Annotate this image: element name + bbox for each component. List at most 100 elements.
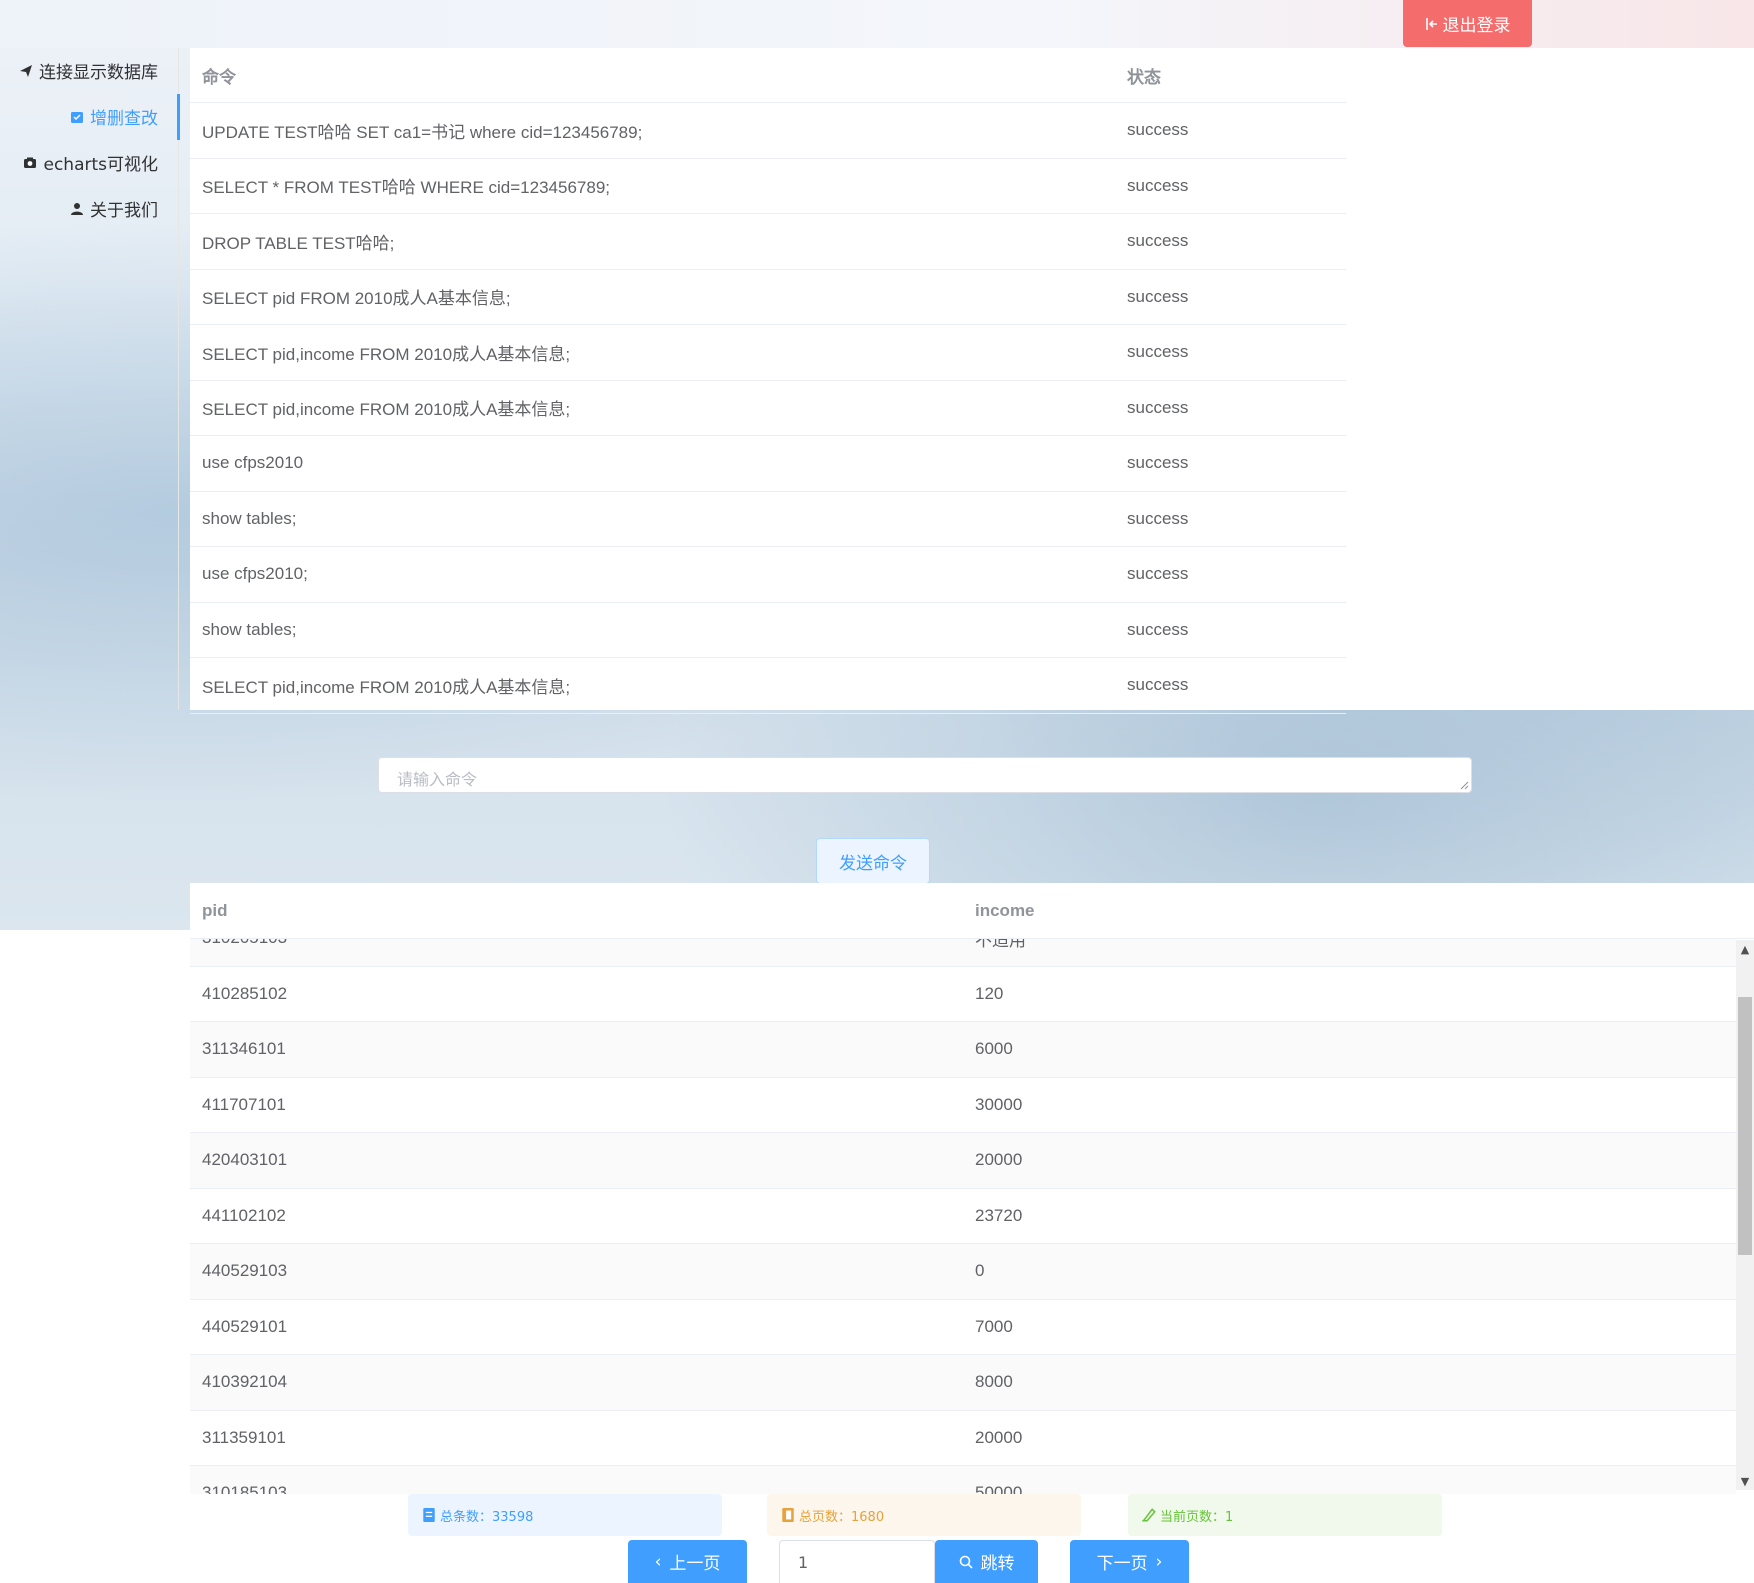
table-row: 410392104 8000 — [190, 1355, 1736, 1411]
table-row: SELECT pid,income FROM 2010成人A基本信息; succe… — [190, 325, 1346, 381]
logout-label: 退出登录 — [1442, 16, 1511, 35]
table-row: 410285102 120 — [190, 966, 1736, 1022]
sidebar-divider — [178, 48, 179, 710]
status-cell: success — [1127, 619, 1189, 639]
column-header-pid: pid — [202, 900, 228, 920]
status-cell: success — [1127, 175, 1189, 195]
command-input[interactable]: 请输入命令 — [378, 757, 1472, 793]
table-row: 311346101 6000 — [190, 1022, 1736, 1078]
pid-cell: 420403101 — [202, 1150, 288, 1170]
status-cell: success — [1127, 397, 1189, 417]
income-cell: 20000 — [975, 1150, 1023, 1170]
command-cell: SELECT pid,income FROM 2010成人A基本信息; — [202, 400, 571, 420]
sidebar-item-label: echarts可视化 — [43, 155, 158, 175]
table-row: show tables; success — [190, 492, 1346, 547]
pid-cell: 411707101 — [202, 1094, 286, 1114]
command-input-placeholder: 请输入命令 — [397, 772, 478, 789]
income-cell: 50000 — [975, 1483, 1023, 1494]
sidebar-item-label: 关于我们 — [90, 201, 158, 221]
content-right-panel — [1346, 48, 1754, 710]
table-row: SELECT * FROM TEST哈哈 WHERE cid=123456789… — [190, 159, 1346, 214]
pid-cell: 310185103 — [202, 1483, 288, 1494]
stat-total-pages-text: 总页数：1680 — [799, 1509, 885, 1525]
table-header-row: 命令 状态 — [190, 48, 1346, 103]
send-icon — [20, 64, 32, 77]
next-page-button[interactable]: 下一页 › — [1070, 1540, 1189, 1583]
command-cell: show tables; — [202, 508, 297, 528]
stat-current-page-text: 当前页数：1 — [1160, 1509, 1234, 1525]
pen-icon — [1142, 1508, 1156, 1522]
document-icon — [423, 1508, 435, 1522]
page-number-value: 1 — [798, 1552, 809, 1572]
status-cell: success — [1127, 286, 1189, 306]
result-scrollbar-thumb[interactable] — [1738, 997, 1752, 1255]
status-cell: success — [1127, 453, 1189, 473]
camera-icon — [24, 157, 37, 168]
pid-cell: 440529103 — [202, 1261, 288, 1281]
next-page-label: 下一页 — [1096, 1554, 1148, 1574]
sidebar-item-connect-db[interactable]: 连接显示数据库 — [19, 58, 158, 83]
scroll-up-arrow-icon[interactable]: ▲ — [1737, 943, 1753, 957]
table-row: UPDATE TEST哈哈 SET ca1=书记 where cid=12345… — [190, 103, 1346, 159]
notebook-icon — [782, 1508, 794, 1522]
table-row: use cfps2010 success — [190, 436, 1346, 492]
sidebar-item-about[interactable]: 关于我们 — [70, 196, 158, 221]
income-cell: 30000 — [975, 1094, 1023, 1114]
sidebar-active-indicator — [177, 94, 180, 140]
user-icon — [71, 202, 83, 215]
pid-cell: 410392104 — [202, 1372, 288, 1392]
income-cell: 0 — [975, 1261, 985, 1281]
status-cell: success — [1127, 508, 1189, 528]
prev-page-button[interactable]: ‹ 上一页 — [628, 1540, 747, 1583]
table-header-row: pid income — [190, 883, 1754, 939]
income-cell: 120 — [975, 983, 1004, 1003]
table-row: 440529101 7000 — [190, 1299, 1736, 1355]
sidebar-item-label: 增删查改 — [90, 109, 158, 129]
chevron-right-icon: › — [1155, 1551, 1163, 1572]
result-table: pid income 310205103不适用41028510212031134… — [190, 883, 1754, 1494]
table-row: 411707101 30000 — [190, 1077, 1736, 1133]
command-cell: use cfps2010 — [202, 453, 304, 473]
logout-button[interactable]: 退出登录 — [1403, 0, 1532, 47]
table-row: 440529103 0 — [190, 1244, 1736, 1300]
resize-handle-icon[interactable] — [1460, 781, 1469, 790]
status-cell: success — [1127, 564, 1189, 584]
prev-page-label: 上一页 — [669, 1554, 721, 1574]
chevron-left-icon: ‹ — [654, 1551, 662, 1572]
command-cell: DROP TABLE TEST哈哈; — [202, 233, 395, 253]
jump-label: 跳转 — [980, 1554, 1015, 1574]
status-cell: success — [1127, 120, 1189, 140]
pid-cell: 311346101 — [202, 1039, 286, 1059]
table-row: show tables; success — [190, 603, 1346, 658]
column-header-command: 命令 — [202, 67, 236, 87]
logout-icon — [1425, 17, 1437, 30]
command-cell: SELECT * FROM TEST哈哈 WHERE cid=123456789… — [202, 178, 610, 198]
table-row: SELECT pid,income FROM 2010成人A基本信息; succe… — [190, 381, 1346, 436]
column-header-income: income — [975, 900, 1035, 920]
income-cell: 8000 — [975, 1372, 1013, 1392]
edit-icon — [71, 111, 83, 123]
scroll-down-arrow-icon[interactable]: ▼ — [1737, 1475, 1753, 1489]
sidebar-item-crud[interactable]: 增删查改 — [70, 104, 158, 129]
table-row: 441102102 23720 — [190, 1188, 1736, 1244]
stat-total-pages: 总页数：1680 — [767, 1494, 1081, 1536]
table-row: DROP TABLE TEST哈哈; success — [190, 214, 1346, 270]
jump-button[interactable]: 跳转 — [935, 1540, 1038, 1583]
table-row: 311359101 20000 — [190, 1410, 1736, 1466]
stat-current-page: 当前页数：1 — [1128, 1494, 1442, 1536]
sidebar-item-echarts[interactable]: echarts可视化 — [23, 150, 158, 175]
column-header-status: 状态 — [1127, 67, 1161, 87]
page-number-input[interactable]: 1 — [779, 1540, 935, 1583]
status-cell: success — [1127, 675, 1189, 695]
send-command-button[interactable]: 发送命令 — [816, 838, 930, 884]
income-cell: 20000 — [975, 1427, 1023, 1447]
command-cell: show tables; — [202, 619, 297, 639]
command-cell: SELECT pid,income FROM 2010成人A基本信息; — [202, 677, 571, 697]
pid-cell: 441102102 — [202, 1205, 286, 1225]
search-icon — [959, 1555, 973, 1569]
income-cell: 6000 — [975, 1039, 1013, 1059]
table-row: 420403101 20000 — [190, 1133, 1736, 1189]
income-cell: 7000 — [975, 1316, 1013, 1336]
stat-total-count-text: 总条数：33598 — [440, 1509, 534, 1525]
pid-cell: 311359101 — [202, 1427, 286, 1447]
